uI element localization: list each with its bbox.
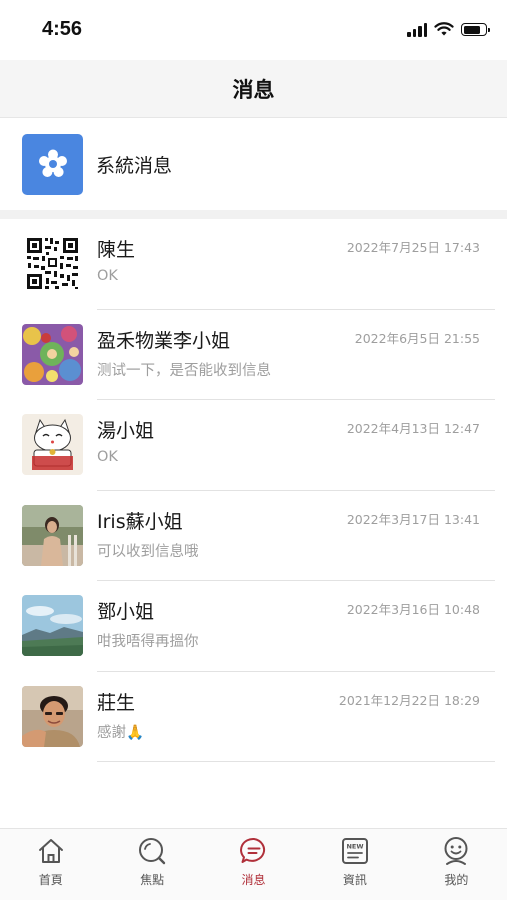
status-time: 4:56 xyxy=(42,18,83,40)
conversation-item[interactable]: 湯小姐 2022年4月13日 12:47 OK xyxy=(0,400,507,491)
conversation-preview: 咁我唔得再搵你 xyxy=(97,634,199,650)
news-icon: NEW xyxy=(341,838,368,864)
system-icon-tile xyxy=(22,133,83,195)
system-messages-row[interactable]: 系統消息 xyxy=(0,118,507,210)
wifi-icon xyxy=(434,22,454,36)
lucky-cat-avatar xyxy=(22,414,83,475)
status-icons xyxy=(407,22,490,37)
battery-fill xyxy=(463,25,481,34)
battery-icon xyxy=(461,23,490,36)
tab-bar: 首頁 焦點 消息 NEW 資訊 我的 xyxy=(0,828,507,900)
conversation-time: 2021年12月22日 18:29 xyxy=(338,692,480,708)
conversation-name: 鄧小姐 xyxy=(97,601,155,623)
home-icon xyxy=(38,839,63,863)
conversation-list: 陳生 2022年7月25日 17:43 OK 盈禾物業李小姐 2022年6月5日… xyxy=(0,219,507,762)
search-icon xyxy=(139,838,166,865)
tab-label: 我的 xyxy=(444,873,469,887)
signal-icon xyxy=(407,22,427,37)
photo-avatar xyxy=(22,504,83,566)
conversation-time: 2022年7月25日 17:43 xyxy=(346,240,480,255)
divider xyxy=(97,761,495,762)
conversation-item[interactable]: Iris蘇小姐 2022年3月17日 13:41 可以收到信息哦 xyxy=(0,491,507,581)
conversation-name: 陳生 xyxy=(97,239,136,261)
profile-icon xyxy=(444,837,468,865)
conversation-preview: 测试一下，是否能收到信息 xyxy=(97,362,271,379)
conversation-time: 2022年3月16日 10:48 xyxy=(346,602,480,617)
system-messages-label: 系統消息 xyxy=(96,154,173,177)
conversation-name: 盈禾物業李小姐 xyxy=(97,329,231,352)
portrait-avatar xyxy=(22,685,83,747)
artwork-avatar xyxy=(22,323,83,385)
tab-focus[interactable]: 焦點 xyxy=(101,829,202,900)
conversation-item[interactable]: 鄧小姐 2022年3月16日 10:48 咁我唔得再搵你 xyxy=(0,581,507,672)
landscape-avatar xyxy=(22,595,83,656)
tab-label: 首頁 xyxy=(38,873,63,887)
conversation-preview: 感謝🙏 xyxy=(97,724,145,741)
nav-header: 消息 xyxy=(0,60,507,118)
status-bar: 4:56 xyxy=(0,0,507,60)
gear-icon xyxy=(38,149,67,177)
conversation-name: 湯小姐 xyxy=(97,420,155,442)
conversation-item[interactable]: 盈禾物業李小姐 2022年6月5日 21:55 测试一下，是否能收到信息 xyxy=(0,310,507,400)
conversation-time: 2022年3月17日 13:41 xyxy=(346,511,480,527)
conversation-preview: 可以收到信息哦 xyxy=(97,543,199,560)
chat-icon xyxy=(239,837,265,863)
conversation-time: 2022年4月13日 12:47 xyxy=(346,421,480,436)
conversation-preview: OK xyxy=(97,268,118,284)
tab-news[interactable]: NEW 資訊 xyxy=(304,829,405,900)
section-divider xyxy=(0,210,507,219)
conversation-time: 2022年6月5日 21:55 xyxy=(354,330,480,346)
tab-profile[interactable]: 我的 xyxy=(406,829,507,900)
tab-home[interactable]: 首頁 xyxy=(0,829,101,900)
tab-label: 焦點 xyxy=(140,873,165,887)
tab-messages[interactable]: 消息 xyxy=(203,829,304,900)
conversation-name: Iris蘇小姐 xyxy=(97,510,183,533)
conversation-item[interactable]: 莊生 2021年12月22日 18:29 感謝🙏 xyxy=(0,672,507,762)
tab-label: 消息 xyxy=(241,873,266,887)
conversation-item[interactable]: 陳生 2022年7月25日 17:43 OK xyxy=(0,219,507,310)
qr-code-avatar xyxy=(22,233,83,294)
page-title: 消息 xyxy=(232,77,275,102)
conversation-name: 莊生 xyxy=(97,691,136,714)
svg-text:NEW: NEW xyxy=(346,843,363,851)
tab-label: 資訊 xyxy=(342,873,367,887)
conversation-preview: OK xyxy=(97,449,118,465)
